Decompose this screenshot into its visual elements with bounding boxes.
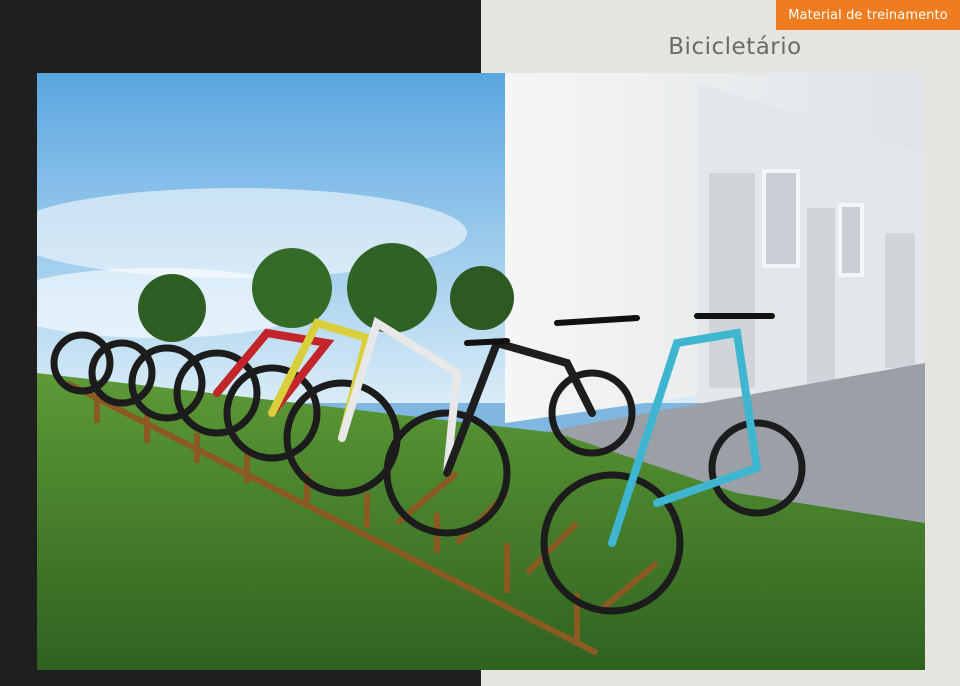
badge-label: Material de treinamento: [788, 7, 948, 23]
louver-door: [807, 208, 835, 388]
bike-rack-illustration: [37, 73, 925, 670]
tree: [450, 266, 514, 330]
tree: [138, 274, 206, 342]
tree: [252, 248, 332, 328]
louver-door: [885, 233, 915, 368]
window: [838, 203, 864, 277]
bike-rack-photo: [37, 73, 925, 670]
window: [762, 169, 800, 268]
training-material-badge: Material de treinamento: [776, 0, 960, 30]
page-title: Bicicletário: [668, 34, 802, 60]
tree: [347, 243, 437, 333]
louver-door: [709, 173, 755, 388]
